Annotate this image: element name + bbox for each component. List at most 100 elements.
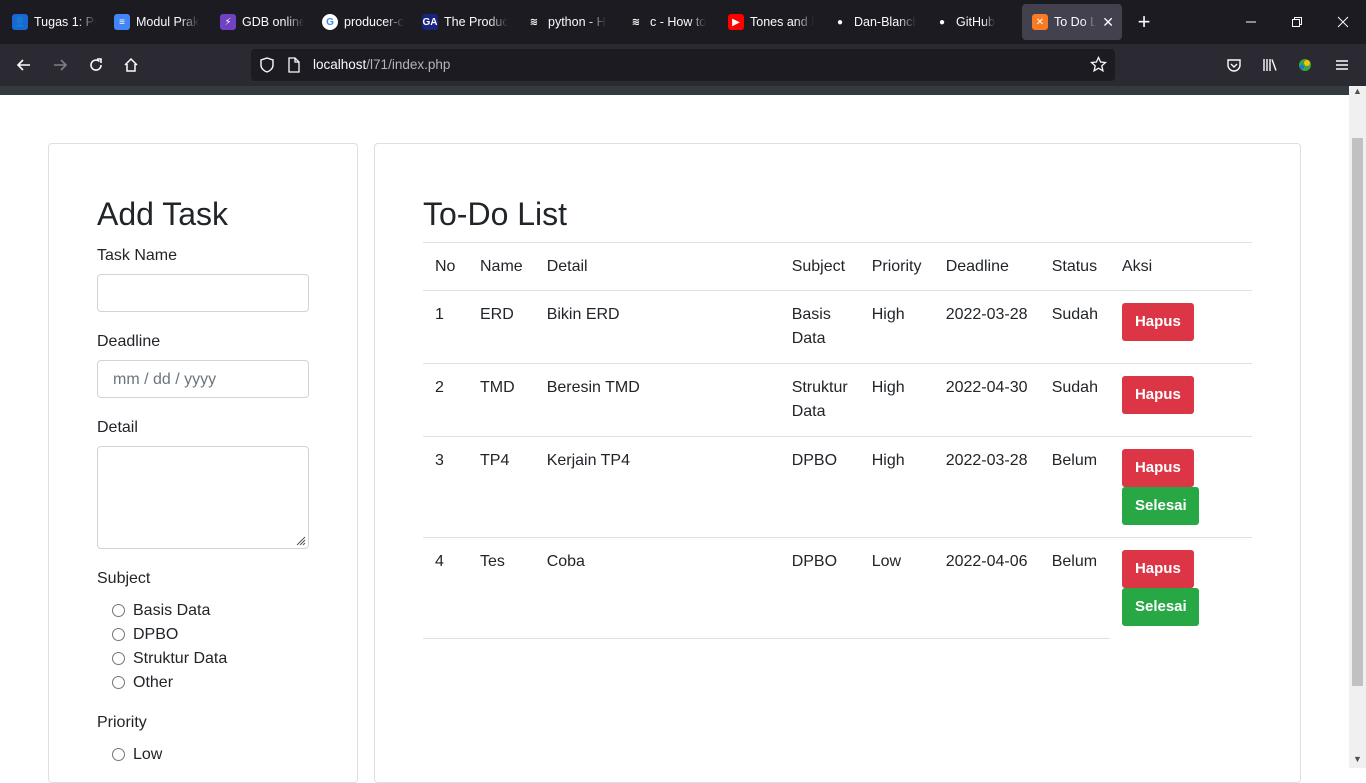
radio-icon[interactable] <box>112 603 125 617</box>
reload-button[interactable] <box>81 50 111 80</box>
selesai-button[interactable]: Selesai <box>1121 487 1199 525</box>
cell-status: Sudah <box>1039 290 1110 364</box>
cell-detail: Kerjain TP4 <box>534 436 780 538</box>
cell-deadline: 2022-04-06 <box>933 537 1040 639</box>
stackoverflow-icon: ≋ <box>628 14 644 30</box>
cell-subject: DPBO <box>779 537 860 639</box>
priority-radio-low[interactable]: Low <box>112 746 162 764</box>
forward-button[interactable] <box>45 50 75 80</box>
deadline-input[interactable]: mm / dd / yyyy <box>97 360 309 398</box>
browser-tab[interactable]: Gproducer-c <box>312 4 412 40</box>
todo-table: No Name Detail Subject Priority Deadline… <box>423 242 1252 639</box>
radio-icon[interactable] <box>112 651 125 665</box>
ga-icon: GA <box>422 14 438 30</box>
tab-label: Modul Prak <box>136 15 200 29</box>
browser-tab[interactable]: ≡ Modul Prak <box>104 4 210 40</box>
browser-tab[interactable]: ≋ python - H <box>516 4 618 40</box>
back-button[interactable] <box>9 50 39 80</box>
extension-icon <box>1299 59 1311 71</box>
radio-label: Low <box>133 746 163 763</box>
xampp-icon: ✕ <box>1032 14 1048 30</box>
cell-priority: Low <box>859 537 934 639</box>
menu-button[interactable] <box>1327 50 1357 80</box>
library-button[interactable] <box>1255 50 1285 80</box>
youtube-icon: ▶ <box>728 14 744 30</box>
page-icon <box>288 57 300 73</box>
hapus-button[interactable]: Hapus <box>1121 303 1194 341</box>
restore-button[interactable] <box>1274 0 1320 44</box>
radio-label: DPBO <box>133 626 179 643</box>
cell-priority: High <box>859 363 934 437</box>
table-header-row: No Name Detail Subject Priority Deadline… <box>423 242 1252 291</box>
cell-name: ERD <box>468 290 535 364</box>
home-button[interactable] <box>116 50 146 80</box>
new-tab-button[interactable]: + <box>1132 11 1156 33</box>
scroll-thumb[interactable] <box>1352 138 1363 686</box>
tab-label: GDB online <box>242 15 304 29</box>
pocket-button[interactable] <box>1219 50 1249 80</box>
radio-label: Struktur Data <box>133 650 228 667</box>
selesai-button[interactable]: Selesai <box>1121 588 1199 626</box>
hapus-button[interactable]: Hapus <box>1121 449 1194 487</box>
cell-aksi: Hapus Selesai <box>1109 436 1252 538</box>
subject-radio-struktur-data[interactable]: Struktur Data <box>112 650 227 668</box>
minimize-icon <box>1246 21 1256 23</box>
browser-tab[interactable]: ≋ c - How to <box>618 4 718 40</box>
browser-tab[interactable]: ▶ Tones and I <box>718 4 822 40</box>
column-header-no: No <box>423 242 468 291</box>
hapus-button[interactable]: Hapus <box>1121 550 1194 588</box>
minimize-button[interactable] <box>1228 0 1274 44</box>
restore-icon <box>1292 17 1302 27</box>
detail-textarea[interactable] <box>97 446 309 549</box>
radio-icon[interactable] <box>112 627 125 641</box>
radio-label: Basis Data <box>133 602 211 619</box>
browser-tab[interactable]: ✕ To Do Lis ✕ <box>1022 4 1122 40</box>
priority-label: Priority <box>97 714 147 731</box>
bookmark-star-icon[interactable] <box>1090 56 1107 73</box>
scroll-up-icon[interactable]: ▲ <box>1352 86 1363 96</box>
subject-radio-basis-data[interactable]: Basis Data <box>112 602 210 620</box>
docs-icon: ≡ <box>114 14 130 30</box>
vertical-scrollbar[interactable]: ▲ ▼ <box>1349 86 1366 768</box>
scroll-down-icon[interactable]: ▼ <box>1352 754 1363 764</box>
reload-icon <box>90 58 102 71</box>
extension-button[interactable] <box>1290 50 1320 80</box>
radio-icon[interactable] <box>112 747 125 761</box>
google-icon: G <box>322 14 338 30</box>
cell-deadline: 2022-03-28 <box>933 436 1040 538</box>
detail-label: Detail <box>97 419 138 436</box>
cell-subject: Basis Data <box>779 290 860 364</box>
browser-tab[interactable]: GA The Produc <box>412 4 516 40</box>
shield-icon <box>260 57 274 73</box>
todo-list-card: To-Do List No Name Detail Subject Priori… <box>374 143 1301 783</box>
browser-tab[interactable]: 👤 Tugas 1: Pr <box>2 4 104 40</box>
cell-no: 1 <box>423 290 468 364</box>
close-window-button[interactable] <box>1320 0 1366 44</box>
radio-label: Other <box>133 674 174 691</box>
radio-icon[interactable] <box>112 675 125 689</box>
tab-label: Dan-Blanch <box>854 15 916 29</box>
subject-radio-dpbo[interactable]: DPBO <box>112 626 178 644</box>
tab-label: The Produc <box>444 15 508 29</box>
browser-tab[interactable]: ● Dan-Blanch <box>822 4 924 40</box>
home-icon <box>124 57 138 72</box>
url-bar[interactable]: localhost/l71/index.php <box>251 49 1115 81</box>
page-navbar-strip <box>0 86 1349 95</box>
cell-deadline: 2022-03-28 <box>933 290 1040 364</box>
task-name-input[interactable] <box>97 274 309 312</box>
browser-tab[interactable]: ● GitHub <box>924 4 1022 40</box>
subject-radio-other[interactable]: Other <box>112 674 173 692</box>
cell-priority: High <box>859 290 934 364</box>
cell-aksi: Hapus Selesai <box>1110 538 1252 639</box>
close-tab-icon[interactable]: ✕ <box>1102 14 1114 31</box>
cell-deadline: 2022-04-30 <box>933 363 1040 437</box>
tab-label: Tones and I <box>750 15 814 29</box>
table-row: 1 ERD Bikin ERD Basis Data High 2022-03-2… <box>423 290 1252 364</box>
cell-no: 2 <box>423 363 468 437</box>
column-header-status: Status <box>1039 242 1110 291</box>
hapus-button[interactable]: Hapus <box>1121 376 1194 414</box>
resize-grip-icon[interactable] <box>294 534 306 546</box>
tab-label: producer-c <box>344 15 404 29</box>
browser-tab[interactable]: ⚡ GDB online <box>210 4 312 40</box>
cell-detail: Bikin ERD <box>534 290 780 364</box>
